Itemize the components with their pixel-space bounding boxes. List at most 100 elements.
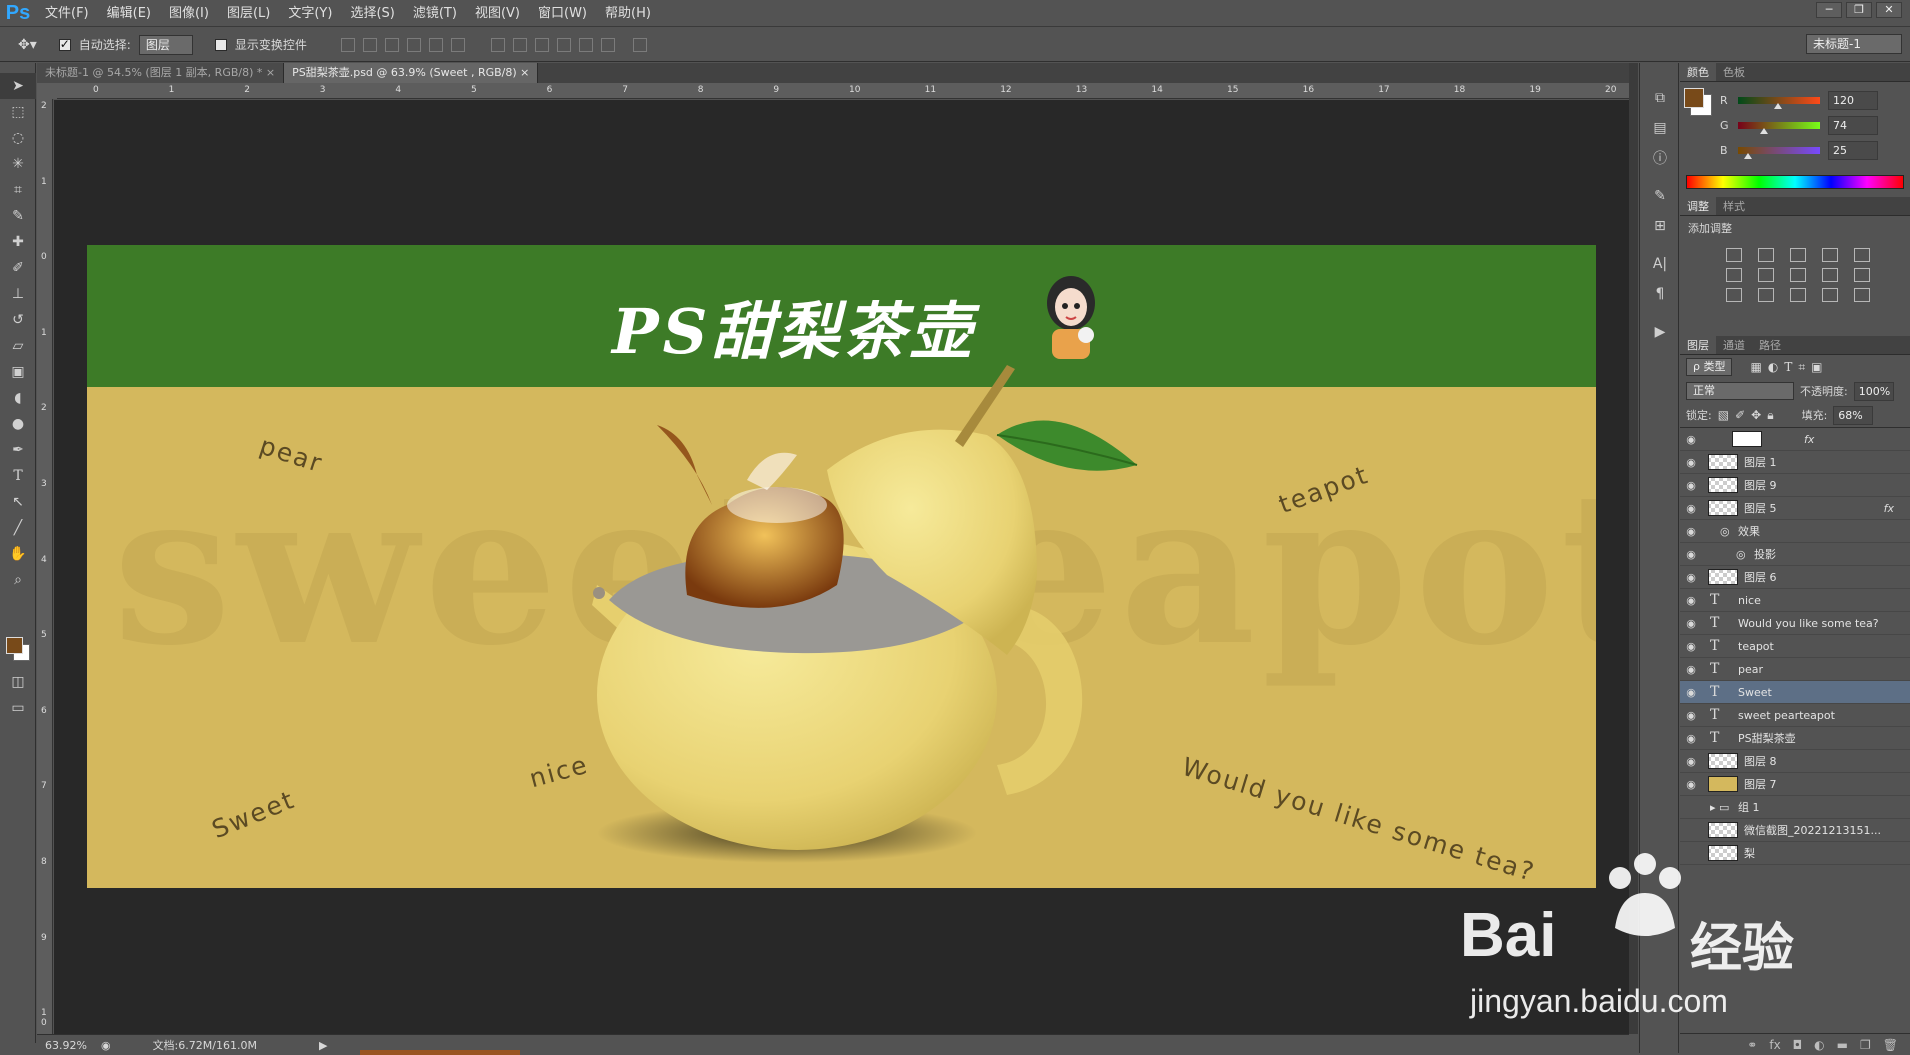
tab-layers[interactable]: 图层 [1680,336,1716,354]
slider-thumb[interactable] [1744,153,1752,159]
tab-paths[interactable]: 路径 [1752,336,1788,354]
curves-icon[interactable] [1790,248,1806,262]
distribute-top-icon[interactable] [490,37,505,52]
tab-pear-teapot[interactable]: PS甜梨茶壶.psd @ 63.9% (Sweet , RGB/8) × [284,63,539,83]
layer-row[interactable]: ◉ ◎ 效果 [1680,520,1910,543]
fill-input[interactable]: 68% [1833,405,1874,425]
blur-tool-icon[interactable]: ◖ [0,385,36,411]
visibility-eye-icon[interactable]: ◉ [1680,778,1702,791]
lock-all-icon[interactable]: 🔒︎ [1767,408,1773,423]
visibility-eye-icon[interactable]: ◉ [1680,709,1702,722]
black-white-icon[interactable] [1790,268,1806,282]
auto-select-dropdown[interactable]: 图层 [138,34,193,55]
filter-pixel-icon[interactable]: ▦ [1750,360,1761,374]
visibility-eye-icon[interactable]: ◉ [1680,433,1702,446]
eraser-tool-icon[interactable]: ▱ [0,333,36,359]
canvas-pasteboard[interactable]: sweet teapot PS甜梨茶壶 pear teapot nice Swe… [54,100,1629,1034]
gradient-tool-icon[interactable]: ▣ [0,359,36,385]
filter-shape-icon[interactable]: ⌗ [1798,360,1805,375]
layer-row[interactable]: ◉ Tpear [1680,658,1910,681]
layer-row[interactable]: ◉ 图层 5 fx [1680,497,1910,520]
info-panel-icon[interactable]: ⓘ [1640,143,1680,173]
document-canvas[interactable]: sweet teapot PS甜梨茶壶 pear teapot nice Swe… [87,245,1596,888]
r-value-input[interactable]: 120 [1828,91,1878,110]
move-tool-icon[interactable]: ✥▾ [18,37,37,53]
menu-image[interactable]: 图像(I) [160,0,218,27]
b-value-input[interactable]: 25 [1828,141,1878,160]
brightness-icon[interactable] [1726,248,1742,262]
brush-presets-icon[interactable]: ⊞ [1640,211,1680,241]
align-top-icon[interactable] [340,37,355,52]
layer-row[interactable]: ◉ 图层 1 [1680,451,1910,474]
eyedropper-tool-icon[interactable]: ✎ [0,203,36,229]
auto-align-icon[interactable] [632,37,647,52]
menu-select[interactable]: 选择(S) [341,0,403,27]
close-icon[interactable]: × [520,66,529,79]
brush-panel-icon[interactable]: ✎ [1640,181,1680,211]
layer-row[interactable]: ◉ T Would you like some tea? [1680,612,1910,635]
visibility-eye-icon[interactable]: ◉ [1680,732,1702,745]
tab-adjustments[interactable]: 调整 [1680,197,1716,215]
red-slider[interactable] [1738,97,1820,109]
workspace-select[interactable]: 未标题-1 [1806,34,1902,54]
lock-transparent-icon[interactable]: ▧ [1718,408,1729,422]
magic-wand-tool-icon[interactable]: ✳ [0,151,36,177]
slider-thumb[interactable] [1774,103,1782,109]
crop-tool-icon[interactable]: ⌗ [0,177,36,203]
distribute-bottom-icon[interactable] [534,37,549,52]
posterize-icon[interactable] [1758,288,1774,302]
layer-row[interactable]: ◉ 图层 7 [1680,773,1910,796]
layer-row[interactable]: ◉ fx [1680,428,1910,451]
tab-channels[interactable]: 通道 [1716,336,1752,354]
screen-mode-icon[interactable]: ▭ [0,695,36,721]
visibility-eye-icon[interactable]: ◉ [1680,548,1702,561]
distribute-vcenter-icon[interactable] [512,37,527,52]
layer-row[interactable]: ◉ ◎ 投影 [1680,543,1910,566]
quick-mask-icon[interactable]: ◫ [0,669,36,695]
channel-mixer-icon[interactable] [1854,268,1870,282]
filter-smart-icon[interactable]: ▣ [1811,360,1822,374]
folder-icon[interactable]: ▸ ▭ [1710,801,1738,814]
tab-untitled[interactable]: 未标题-1 @ 54.5% (图层 1 副本, RGB/8) * × [37,63,285,83]
filter-type-icon[interactable]: T [1784,360,1792,374]
exposure-icon[interactable] [1822,248,1838,262]
photo-filter-icon[interactable] [1822,268,1838,282]
zoom-tool-icon[interactable]: ⌕ [0,567,36,593]
color-balance-icon[interactable] [1758,268,1774,282]
menu-help[interactable]: 帮助(H) [596,0,660,27]
document-size[interactable]: 文档:6.72M/161.0M [153,1037,257,1053]
visibility-eye-icon[interactable]: ◉ [1680,640,1702,653]
menu-view[interactable]: 视图(V) [466,0,529,27]
brush-tool-icon[interactable]: ✐ [0,255,36,281]
slider-thumb[interactable] [1760,128,1768,134]
menu-filter[interactable]: 滤镜(T) [404,0,466,27]
history-brush-icon[interactable]: ↺ [0,307,36,333]
layer-row[interactable]: ◉ Tnice [1680,589,1910,612]
selective-color-icon[interactable] [1822,288,1838,302]
visibility-eye-icon[interactable]: ◉ [1680,755,1702,768]
type-tool-icon[interactable]: T [0,463,36,489]
hand-tool-icon[interactable]: ✋ [0,541,36,567]
menu-file[interactable]: 文件(F) [36,0,98,27]
fx-badge[interactable]: fx [1804,433,1814,446]
foreground-color-swatch[interactable] [6,637,23,654]
visibility-eye-icon[interactable]: ◉ [1680,479,1702,492]
restore-button[interactable]: ❐ [1846,2,1872,18]
menu-edit[interactable]: 编辑(E) [98,0,160,27]
layer-row[interactable]: ◉ 图层 6 [1680,566,1910,589]
layer-row[interactable]: ◉ T PS甜梨茶壶 [1680,727,1910,750]
path-select-tool-icon[interactable]: ↖ [0,489,36,515]
line-tool-icon[interactable]: ╱ [0,515,36,541]
menu-type[interactable]: 文字(Y) [279,0,341,27]
vibrance-icon[interactable] [1854,248,1870,262]
status-icon[interactable]: ◉ [101,1039,111,1052]
align-hcenter-icon[interactable] [428,37,443,52]
tab-color[interactable]: 颜色 [1680,63,1716,81]
menu-window[interactable]: 窗口(W) [529,0,596,27]
lock-pixels-icon[interactable]: ✐ [1735,408,1745,422]
fg-color-chip[interactable] [1684,88,1704,108]
paragraph-panel-icon[interactable]: ¶ [1640,279,1680,309]
visibility-eye-icon[interactable]: ◉ [1680,686,1702,699]
lock-position-icon[interactable]: ✥ [1751,408,1761,422]
layer-row[interactable]: ◉ 图层 8 [1680,750,1910,773]
